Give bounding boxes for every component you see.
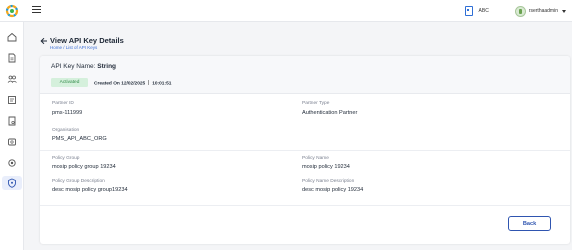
certificate-icon[interactable]	[7, 116, 17, 126]
breadcrumb[interactable]: Home / List of API Keys	[50, 45, 97, 50]
api-key-details-card: API Key Name: String Activated Created O…	[40, 56, 570, 244]
created-time: 10:01:51	[152, 81, 172, 87]
policy-group-label: Policy Group	[52, 156, 80, 161]
status-badge: Activated	[51, 78, 88, 87]
created-date: Created On 12/02/2025	[94, 81, 146, 87]
organisation-label: Organisation	[52, 128, 80, 133]
partner-id-value: pms-111999	[52, 110, 83, 116]
policy-name-description-label: Policy Name Description	[302, 179, 355, 184]
organisation-label: ABC	[478, 8, 489, 14]
partners-icon[interactable]	[7, 74, 17, 84]
api-key-icon[interactable]	[2, 176, 22, 190]
policy-name-description-value: desc mosip policy 19234	[302, 187, 364, 193]
organisation-icon	[464, 6, 473, 16]
page-title: View API Key Details	[50, 36, 124, 45]
policy-group-description-label: Policy Group Description	[52, 179, 105, 184]
organisation-value: PMS_API_ABC_ORG	[52, 136, 107, 142]
policy-icon[interactable]	[7, 95, 17, 105]
partner-type-label: Partner Type	[302, 101, 330, 106]
policy-name-label: Policy Name	[302, 156, 329, 161]
partner-type-value: Authentication Partner	[302, 110, 358, 116]
policy-name-value: mosip policy 19234	[302, 164, 350, 170]
settings-icon[interactable]	[7, 158, 17, 168]
section-divider	[40, 150, 570, 151]
avatar[interactable]	[514, 5, 526, 17]
chevron-down-icon[interactable]	[562, 9, 566, 13]
home-icon[interactable]	[7, 32, 17, 42]
sidebar	[0, 22, 24, 250]
created-on: Created On 12/02/2025 10:01:51	[94, 80, 171, 87]
card-header: API Key Name: String Activated Created O…	[40, 56, 570, 94]
device-icon[interactable]	[7, 137, 17, 147]
partner-id-label: Partner ID	[52, 101, 74, 106]
policy-group-description-value: desc mosip policy group19234	[52, 187, 128, 193]
created-separator	[148, 80, 150, 85]
back-button[interactable]: Back	[508, 216, 551, 231]
mosip-logo-icon[interactable]	[5, 4, 19, 18]
hamburger-menu-icon[interactable]	[32, 6, 41, 14]
policy-group-value: mosip policy group 19234	[52, 164, 116, 170]
api-key-name: API Key Name: String	[51, 63, 116, 70]
api-key-name-value: String	[97, 63, 117, 70]
top-right-controls: ABC rserthaadmin	[464, 3, 566, 19]
top-bar: ABC rserthaadmin	[0, 0, 572, 22]
back-arrow-icon[interactable]	[40, 37, 48, 45]
username-label[interactable]: rserthaadmin	[529, 8, 558, 14]
footer-divider	[40, 205, 570, 206]
api-key-name-label: API Key Name:	[51, 63, 96, 70]
document-icon[interactable]	[7, 53, 17, 63]
